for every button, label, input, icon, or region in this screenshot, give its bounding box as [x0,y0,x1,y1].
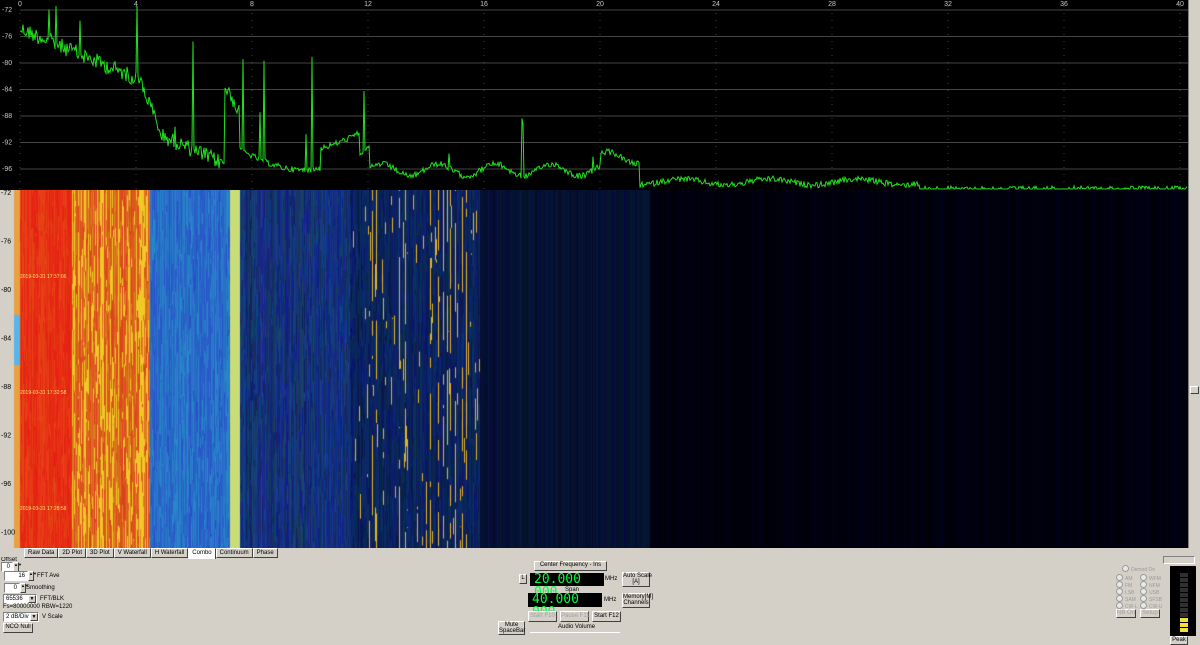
fft-ave-label: FFT Ave [37,573,60,579]
chevron-down-icon[interactable]: ▼ [30,613,38,621]
chevron-down-icon[interactable]: ▼ [28,595,36,603]
spectrum-x-tick: 40 [1176,1,1184,8]
center-frequency-button[interactable]: Center Frequency - Ins [534,561,607,571]
spectrum-x-tick: 16 [480,1,488,8]
tab-continuum[interactable]: Continuum [215,548,253,558]
memory-channels-button[interactable]: Memory[M] Channels [622,593,653,608]
lock-l-button[interactable]: L [519,574,527,584]
waterfall-timestamp: 2019-03-31 17:28:58 [20,506,67,512]
auto-scale-button[interactable]: Auto Scale [A] [622,572,652,587]
spectrum-x-tick: 4 [134,1,138,8]
signal-meter-svg [1180,573,1188,632]
waterfall-y-tick: -96 [1,481,11,488]
spectrum-y-tick: -80 [2,60,12,67]
signal-meter [1170,566,1196,636]
fft-blk-value: 65536 [6,596,23,602]
waterfall-y-tick: -76 [1,239,11,246]
spectrum-x-tick: 20 [596,1,604,8]
meter-segment [1180,623,1188,627]
waterfall-display[interactable]: -72 -76 -80 -84 -88 -92 -96 -100 2019-03-31 17:3… [0,190,1188,548]
tab-combo[interactable]: Combo [188,548,216,559]
span-unit: MHz [604,597,617,603]
meter-segment [1180,588,1188,592]
meter-segment [1180,573,1188,577]
spectrum-y-tick: -96 [2,166,12,173]
meter-segment [1180,598,1188,602]
smoothing-spinner[interactable]: 0 [4,583,20,593]
peak-button[interactable]: Peak [1170,636,1188,645]
auto-scale-key: [A] [632,579,640,585]
spectrum-y-tick: -92 [2,140,12,147]
spectrum-y-tick: -84 [2,87,12,94]
start-f10-button[interactable]: Start F10 [528,611,557,622]
spectrum-x-tick: 32 [944,1,952,8]
vscale-select[interactable]: 2 dB/Div ▼ [3,612,39,622]
waterfall-y-tick: -88 [1,384,11,391]
spectrum-y-tick: -88 [2,113,12,120]
waterfall-timestamp: 2019-03-31 17:37:06 [20,274,67,280]
meter-segment [1180,618,1188,622]
spectrum-y-tick: -76 [2,34,12,41]
view-tabs: Raw Data 2D Plot 3D Plot V Waterfall H Water… [0,548,278,559]
center-frequency-display[interactable]: 20.000 000 [530,573,604,599]
meter-segment [1180,608,1188,612]
spectrum-x-tick: 0 [18,1,22,8]
meter-segment [1180,593,1188,597]
fft-ave-spinner[interactable]: 16 [4,571,28,581]
spectrum-x-tick: 12 [364,1,372,8]
center-frequency-unit: MHz [605,576,618,582]
tab-3d-plot[interactable]: 3D Plot [86,548,114,558]
spectrum-x-tick: 24 [712,1,720,8]
waterfall-y-tick: -80 [1,287,11,294]
fft-blk-select[interactable]: 65536 ▼ [3,594,37,604]
fft-ave-arrows[interactable]: ▲▼ [28,571,37,581]
audio-volume-label: Audio Volume [558,624,596,630]
vertical-scrollbar[interactable] [1188,0,1200,548]
spectrum-x-tick: 36 [1060,1,1068,8]
tab-h-waterfall[interactable]: H Waterfall [150,548,189,558]
app-window: 0 4 8 12 16 20 24 28 32 36 40 -72 -76 -80 -84 -88 -92 -96… [0,0,1200,645]
setup-button[interactable]: Setup [1140,609,1160,618]
smoothing-label: Smoothing [26,585,55,591]
tab-phase[interactable]: Phase [252,548,278,558]
waterfall-timestamp: 2019-03-31 17:32:58 [20,390,67,396]
spacebar-label: SpaceBar [499,628,526,634]
vscale-value: 2 dB/Div [6,614,29,620]
waterfall-overlay: -72 -76 -80 -84 -88 -92 -96 -100 2019-03-31 17:3… [1,190,67,537]
tab-raw-data[interactable]: Raw Data [24,548,59,558]
nco-null-button[interactable]: NCO Null [3,623,33,633]
fft-blk-label: FFT/BLK [40,596,65,602]
start-f12-button[interactable]: Start F12 [592,611,621,622]
demod-on-checkbox[interactable]: Demod On [1122,565,1155,573]
fs-rbw-readout: Fs=80000000 RBW=1220 [3,604,73,610]
audio-volume-slider[interactable] [530,632,620,633]
mute-button[interactable]: Mute SpaceBar [498,621,525,635]
meter-segment [1180,578,1188,582]
channels-label: Channels [623,600,649,606]
scrollbar-thumb[interactable] [1190,386,1199,394]
tab-2d-plot[interactable]: 2D Plot [58,548,87,558]
spectrum-x-tick: 28 [828,1,836,8]
spectrum-svg: 0 4 8 12 16 20 24 28 32 36 40 -72 -76 -80 -84 -88 -92 -96 [2,1,1188,191]
waterfall-y-tick: -100 [1,530,15,537]
meter-segment [1180,613,1188,617]
pause-f11-button[interactable]: Pause F11 [560,611,590,622]
demod-panel: Demod On AM FM LSB SAM CW-L WFM NFM USB SFSB CW-U… [1114,564,1170,630]
waterfall-y-tick: -72 [1,190,11,197]
spectrum-y-tick: -72 [2,7,12,14]
spectrum-x-tick: 8 [250,1,254,8]
span-display[interactable]: 40.000 000 [528,593,602,619]
meter-segment [1180,603,1188,607]
meter-segment [1180,583,1188,587]
spectrum-plot[interactable]: 0 4 8 12 16 20 24 28 32 36 40 -72 -76 -80 -84 -88 -92 -96 [0,0,1188,191]
waterfall-y-tick: -84 [1,336,11,343]
meter-segment [1180,628,1188,632]
tab-v-waterfall[interactable]: V Waterfall [113,548,151,558]
vscale-label: V Scale [42,614,63,620]
waterfall-y-tick: -92 [1,433,11,440]
nb-on-button[interactable]: NB On [1116,609,1136,618]
right-status-field [1163,556,1195,564]
